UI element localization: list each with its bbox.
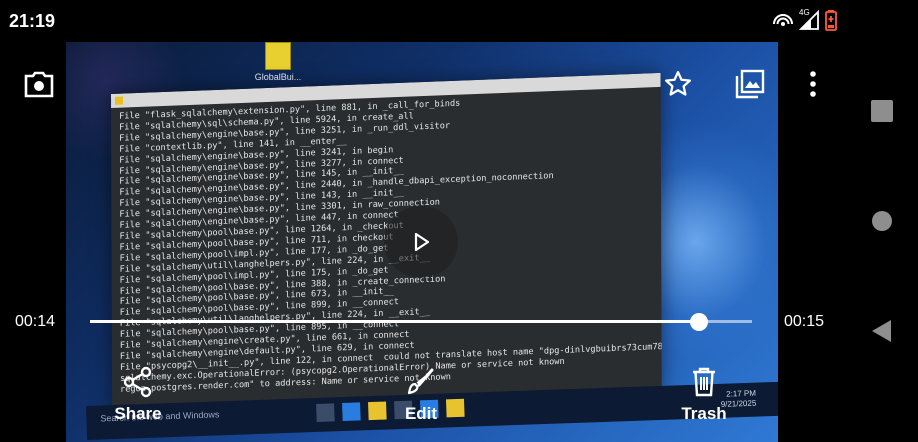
back-icon[interactable] (869, 318, 895, 344)
signal-icon: 4G (798, 8, 820, 30)
seek-progress (90, 320, 700, 323)
seek-thumb[interactable] (690, 313, 709, 331)
trash-label: Trash (681, 404, 727, 423)
share-icon (123, 366, 152, 398)
duration: 00:15 (784, 313, 825, 330)
play-icon (414, 232, 430, 252)
share-label: Share (114, 404, 162, 423)
camera-icon[interactable] (22, 68, 56, 100)
terminal-app-icon (115, 96, 124, 105)
edit-button[interactable]: Edit (396, 366, 446, 424)
battery-low-icon (824, 9, 838, 31)
status-time: 21:19 (9, 11, 56, 31)
bottom-actions: Share Edit Trash (0, 360, 918, 442)
current-time: 00:14 (15, 313, 56, 330)
folder-icon (265, 42, 291, 70)
status-bar: 21:19 4G (0, 0, 918, 42)
play-button[interactable] (384, 206, 458, 278)
desktop-shortcut-label: GlobalBui... (254, 72, 302, 82)
star-icon[interactable] (662, 68, 694, 100)
hotspot-icon (772, 10, 794, 30)
trash-button[interactable]: Trash (674, 366, 734, 424)
desktop-shortcut: GlobalBui... (248, 42, 308, 82)
network-type-label: 4G (799, 8, 810, 17)
trash-icon (693, 367, 715, 397)
edit-label: Edit (404, 404, 438, 423)
home-icon[interactable] (869, 208, 895, 234)
more-vert-icon[interactable] (804, 68, 822, 100)
seek-bar[interactable] (90, 313, 752, 331)
gallery-icon[interactable] (733, 67, 767, 101)
status-icons: 4G (772, 8, 838, 31)
recents-icon[interactable] (869, 98, 895, 124)
edit-brush-icon (407, 368, 434, 395)
navigation-bar (845, 42, 918, 442)
share-button[interactable]: Share (108, 366, 168, 424)
